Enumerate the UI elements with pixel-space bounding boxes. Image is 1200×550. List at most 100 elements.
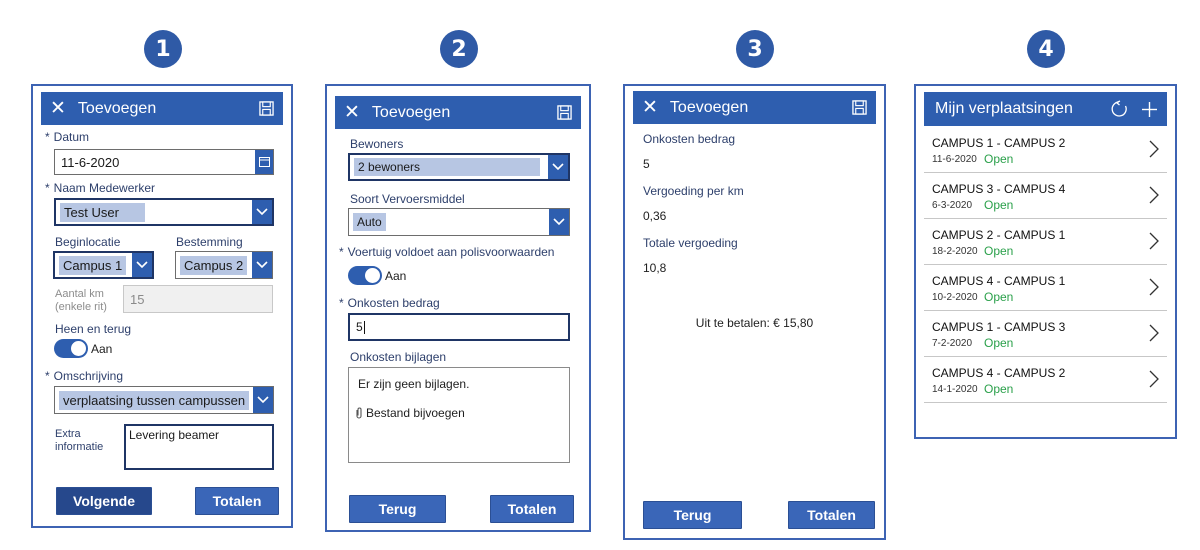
bewoners-dropdown[interactable]: 2 bewoners xyxy=(348,153,570,181)
chevron-down-icon[interactable] xyxy=(253,387,273,413)
omschr-value: verplaatsing tussen campussen xyxy=(59,390,250,410)
chevron-right-icon[interactable] xyxy=(1149,324,1159,347)
screen-4-trip-list: Mijn verplaatsingen CAMPUS 1 - CAMPUS 2 1… xyxy=(914,84,1177,439)
next-button[interactable]: Volgende xyxy=(56,487,152,515)
onkosten-value: 5 xyxy=(643,157,650,171)
save-icon[interactable] xyxy=(259,101,274,116)
naam-dropdown[interactable]: Test User xyxy=(54,198,274,226)
datum-value: 11-6-2020 xyxy=(61,154,120,170)
naam-value: Test User xyxy=(60,202,145,222)
list-item[interactable]: CAMPUS 4 - CAMPUS 1 10-2-2020 Open xyxy=(924,265,1167,311)
polis-label: * Voertuig voldoet aan polisvoorwaarden xyxy=(339,245,555,259)
km-label: Aantal km (enkele rit) xyxy=(55,288,107,313)
trip-date: 14-1-2020 xyxy=(932,384,978,395)
heen-toggle[interactable] xyxy=(54,339,88,358)
chevron-right-icon[interactable] xyxy=(1149,278,1159,301)
screen-4-title: Mijn verplaatsingen xyxy=(935,100,1073,117)
chevron-down-icon[interactable] xyxy=(252,200,272,224)
status-badge: Open xyxy=(984,290,1014,304)
trip-date: 11-6-2020 xyxy=(932,154,977,165)
datum-date-picker[interactable]: 11-6-2020 xyxy=(54,149,274,175)
calendar-icon[interactable] xyxy=(255,150,273,174)
chevron-down-icon[interactable] xyxy=(549,209,569,235)
refresh-icon[interactable] xyxy=(1110,100,1128,118)
screen-4-header: Mijn verplaatsingen xyxy=(924,92,1167,126)
chevron-right-icon[interactable] xyxy=(1149,232,1159,255)
best-value: Campus 2 xyxy=(180,255,248,275)
save-icon[interactable] xyxy=(557,105,572,120)
step-badge-4: 4 xyxy=(1027,30,1065,68)
begin-value: Campus 1 xyxy=(59,255,127,275)
chevron-down-icon[interactable] xyxy=(252,252,272,278)
back-button[interactable]: Terug xyxy=(349,495,446,523)
trip-route: CAMPUS 2 - CAMPUS 1 xyxy=(932,228,1066,242)
chevron-down-icon[interactable] xyxy=(548,155,568,179)
bijlagen-box: Er zijn geen bijlagen. Bestand bijvoegen xyxy=(348,367,570,463)
chevron-down-icon[interactable] xyxy=(132,253,152,277)
step-badge-3: 3 xyxy=(736,30,774,68)
onkosten-input[interactable]: 5 xyxy=(348,313,570,341)
paperclip-icon xyxy=(356,407,362,419)
bewoners-label: Bewoners xyxy=(350,137,404,151)
back-button[interactable]: Terug xyxy=(643,501,742,529)
heen-toggle-label: Aan xyxy=(91,342,113,356)
status-badge: Open xyxy=(984,336,1014,350)
trip-date: 6-3-2020 xyxy=(932,200,973,211)
trip-route: CAMPUS 1 - CAMPUS 3 xyxy=(932,320,1066,334)
status-badge: Open xyxy=(984,244,1014,258)
screen-2-add-form: ✕ Toevoegen Bewoners 2 bewoners Soort Ve… xyxy=(325,84,591,532)
vergoeding-km-label: Vergoeding per km xyxy=(643,184,744,198)
trip-route: CAMPUS 4 - CAMPUS 2 xyxy=(932,366,1066,380)
trip-route: CAMPUS 1 - CAMPUS 2 xyxy=(932,136,1066,150)
list-item[interactable]: CAMPUS 4 - CAMPUS 2 14-1-2020 Open xyxy=(924,357,1167,403)
soort-label: Soort Vervoersmiddel xyxy=(350,192,465,206)
list-item[interactable]: CAMPUS 2 - CAMPUS 1 18-2-2020 Open xyxy=(924,219,1167,265)
trip-route: CAMPUS 4 - CAMPUS 1 xyxy=(932,274,1066,288)
km-input: 15 xyxy=(123,285,273,313)
bijlagen-empty-text: Er zijn geen bijlagen. xyxy=(358,377,470,391)
list-item[interactable]: CAMPUS 1 - CAMPUS 3 7-2-2020 Open xyxy=(924,311,1167,357)
screen-3-summary: ✕ Toevoegen Onkosten bedrag 5 Vergoeding… xyxy=(623,84,886,540)
totals-button[interactable]: Totalen xyxy=(788,501,875,529)
polis-toggle[interactable] xyxy=(348,266,382,285)
status-badge: Open xyxy=(984,382,1014,396)
totals-button[interactable]: Totalen xyxy=(490,495,574,523)
totale-vergoeding-value: 10,8 xyxy=(643,261,667,275)
chevron-right-icon[interactable] xyxy=(1149,140,1159,163)
trip-date: 10-2-2020 xyxy=(932,292,978,303)
best-dropdown[interactable]: Campus 2 xyxy=(175,251,273,279)
screen-1-title: Toevoegen xyxy=(77,99,157,117)
best-label: Bestemming xyxy=(176,235,243,249)
screen-2-title: Toevoegen xyxy=(371,103,451,121)
attach-file-link[interactable]: Bestand bijvoegen xyxy=(355,406,465,420)
status-badge: Open xyxy=(984,152,1014,166)
list-item[interactable]: CAMPUS 1 - CAMPUS 2 11-6-2020 Open xyxy=(924,127,1167,173)
close-icon[interactable]: ✕ xyxy=(344,103,360,122)
omschr-dropdown[interactable]: verplaatsing tussen campussen xyxy=(54,386,274,414)
totale-vergoeding-label: Totale vergoeding xyxy=(643,236,738,250)
attach-file-label: Bestand bijvoegen xyxy=(366,406,465,420)
begin-label: Beginlocatie xyxy=(55,235,121,249)
onkosten-value: 5 xyxy=(356,320,363,334)
plus-icon[interactable] xyxy=(1142,101,1157,117)
heen-label: Heen en terug xyxy=(55,322,132,336)
soort-dropdown[interactable]: Auto xyxy=(348,208,570,236)
totals-button[interactable]: Totalen xyxy=(195,487,279,515)
step-badge-1: 1 xyxy=(144,30,182,68)
close-icon[interactable]: ✕ xyxy=(50,99,66,118)
chevron-right-icon[interactable] xyxy=(1149,186,1159,209)
naam-label: * Naam Medewerker xyxy=(45,181,156,195)
list-item[interactable]: CAMPUS 3 - CAMPUS 4 6-3-2020 Open xyxy=(924,173,1167,219)
screen-3-title: Toevoegen xyxy=(669,98,749,116)
bewoners-value: 2 bewoners xyxy=(354,158,541,176)
close-icon[interactable]: ✕ xyxy=(642,98,658,117)
chevron-right-icon[interactable] xyxy=(1149,370,1159,393)
save-icon[interactable] xyxy=(852,100,867,115)
pay-amount-text: Uit te betalen: € 15,80 xyxy=(695,316,814,330)
extra-value: Levering beamer xyxy=(129,428,220,442)
begin-dropdown[interactable]: Campus 1 xyxy=(53,251,154,279)
onkosten-label: * Onkosten bedrag xyxy=(339,296,440,310)
screen-2-header: ✕ Toevoegen xyxy=(335,96,581,129)
trip-date: 18-2-2020 xyxy=(932,246,978,257)
extra-textarea[interactable]: Levering beamer xyxy=(124,424,274,470)
